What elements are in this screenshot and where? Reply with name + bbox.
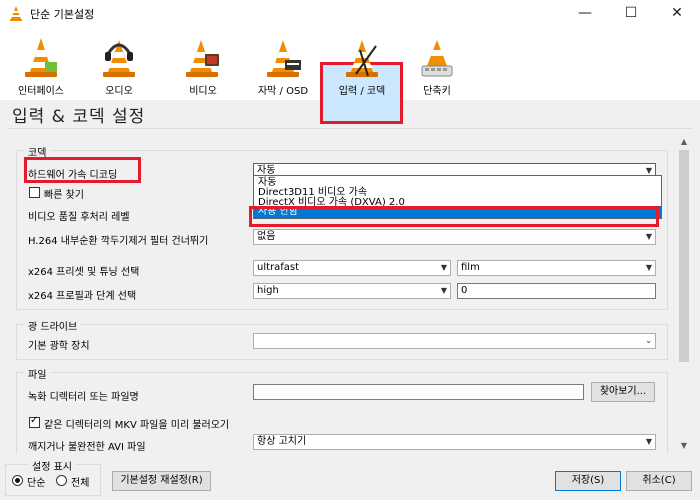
record-dir-input[interactable] [253, 384, 584, 400]
vlc-cone-video-icon [186, 40, 219, 77]
h264-loop-select[interactable]: 없음 ▼ [253, 229, 656, 245]
chevron-down-icon: ▼ [645, 263, 652, 272]
vlc-cone-interface-icon [25, 38, 57, 77]
all-radio[interactable] [56, 475, 67, 486]
window-title: 단순 기본설정 [30, 8, 95, 21]
save-button[interactable]: 저장(S) [555, 471, 621, 491]
x264-preset-value: ultrafast [257, 262, 300, 273]
optical-device-label: 기본 광학 장치 [28, 341, 90, 352]
section-title: 입력 & 코덱 설정 [12, 107, 146, 127]
hw-decoding-dropdown-list: 자동 Direct3D11 비디오 가속 DirectX 비디오 가속 (DXV… [253, 175, 662, 219]
fast-seek-checkbox[interactable] [29, 187, 40, 198]
tab-audio[interactable]: 오디오 [84, 36, 154, 100]
cancel-button[interactable]: 취소(C) [626, 471, 692, 491]
x264-profile-select[interactable]: high ▼ [253, 283, 451, 299]
scroll-thumb[interactable] [679, 150, 689, 362]
vlc-cone-codecs-icon [346, 40, 378, 77]
preload-mkv-checkbox[interactable] [29, 415, 40, 428]
tab-video[interactable]: 비디오 [168, 36, 238, 100]
files-group-label: 파일 [24, 366, 51, 381]
optical-device-select[interactable]: ⌄ [253, 333, 656, 349]
x264-preset-select[interactable]: ultrafast ▼ [253, 260, 451, 276]
record-dir-label: 녹화 디렉터리 또는 파일명 [28, 392, 139, 403]
tab-input-codecs-label: 입력 / 코덱 [338, 86, 386, 97]
section-divider [8, 128, 692, 129]
postproc-label: 비디오 품질 후처리 레벨 [28, 212, 130, 223]
x264-profile-label: x264 프로필과 단계 선택 [28, 291, 137, 302]
chevron-down-icon: ▼ [440, 286, 447, 295]
vlc-cone-hotkeys-icon [421, 40, 453, 77]
browse-button[interactable]: 찾아보기... [591, 382, 655, 402]
dropdown-option-selected[interactable]: 사용 안함 [254, 206, 661, 218]
chevron-down-icon: ▼ [440, 263, 447, 272]
simple-label: 단순 [27, 478, 46, 489]
h264-loop-value: 없음 [257, 231, 276, 242]
broken-avi-label: 깨지거나 불완전한 AVI 파일 [28, 442, 146, 453]
vertical-scrollbar[interactable]: ▲ ▼ [676, 134, 692, 454]
x264-level-value: 0 [461, 285, 468, 296]
x264-tune-select[interactable]: film ▼ [457, 260, 656, 276]
broken-avi-select[interactable]: 항상 고치기 ▼ [253, 434, 656, 450]
vlc-app-icon [10, 6, 22, 21]
x264-level-input[interactable]: 0 [457, 283, 656, 299]
x264-tune-value: film [461, 262, 480, 273]
h264-loop-label: H.264 내부순환 깍두기제거 필터 건너뛰기 [28, 236, 209, 247]
reset-preferences-button[interactable]: 기본설정 재설정(R) [112, 471, 211, 491]
scroll-up-icon[interactable]: ▲ [676, 134, 692, 150]
vlc-cone-headphones-icon [103, 40, 135, 77]
chevron-down-icon: ▼ [645, 232, 652, 241]
tab-input-codecs[interactable]: 입력 / 코덱 [327, 36, 397, 100]
tab-interface[interactable]: 인터페이스 [6, 36, 76, 100]
tab-hotkeys[interactable]: 단축키 [402, 36, 472, 100]
all-label: 전체 [71, 478, 90, 489]
settings-panel: 코덱 하드웨어 가속 디코딩 자동 ▼ 빠른 찾기 비디오 품질 후처리 레벨 … [8, 134, 676, 454]
x264-preset-label: x264 프리셋 및 튜닝 선택 [28, 267, 140, 278]
tab-video-label: 비디오 [189, 86, 217, 97]
tab-subtitles-osd-label: 자막 / OSD [257, 86, 309, 97]
tab-interface-label: 인터페이스 [18, 86, 64, 97]
title-bar: 단순 기본설정 — ☐ ✕ [0, 0, 700, 26]
codecs-group-label: 코덱 [24, 144, 51, 159]
chevron-down-icon: ⌄ [645, 336, 652, 345]
vlc-cone-subtitles-icon [267, 40, 301, 77]
scroll-down-icon[interactable]: ▼ [676, 438, 692, 454]
x264-profile-value: high [257, 285, 279, 296]
minimize-button[interactable]: — [562, 0, 608, 26]
optical-group-label: 광 드라이브 [24, 318, 82, 333]
close-button[interactable]: ✕ [654, 0, 700, 26]
preload-mkv-label: 같은 디렉터리의 MKV 파일을 미리 불러오기 [44, 420, 230, 431]
hw-decoding-label: 하드웨어 가속 디코딩 [28, 170, 118, 181]
fast-seek-label: 빠른 찾기 [44, 190, 84, 201]
show-settings-label: 설정 표시 [28, 458, 76, 473]
tab-audio-label: 오디오 [105, 86, 133, 97]
simple-radio[interactable] [12, 475, 23, 486]
tab-subtitles-osd[interactable]: 자막 / OSD [248, 36, 318, 100]
chevron-down-icon: ▼ [645, 437, 652, 446]
tab-hotkeys-label: 단축키 [423, 86, 451, 97]
bottom-bar: 설정 표시 단순 전체 기본설정 재설정(R) 저장(S) 취소(C) [0, 456, 700, 500]
maximize-button[interactable]: ☐ [608, 0, 654, 26]
broken-avi-value: 항상 고치기 [257, 436, 307, 447]
category-toolbar: 인터페이스 오디오 비디오 자막 / OSD 입력 / 코덱 단축키 [0, 26, 700, 124]
